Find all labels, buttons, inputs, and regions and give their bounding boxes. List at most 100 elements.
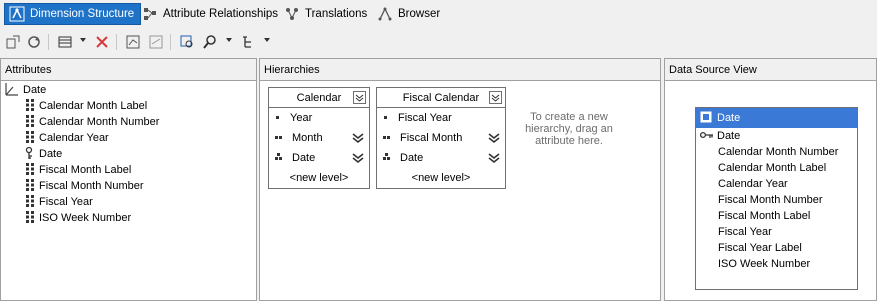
hierarchy-calendar[interactable]: Calendar Year Month Date <new level>: [268, 87, 370, 189]
attribute-item[interactable]: Calendar Month Number: [25, 114, 160, 131]
hierarchy-title[interactable]: Calendar: [269, 88, 369, 108]
pane-title: Attributes: [0, 58, 257, 80]
dsv-table-date[interactable]: Date Date Calendar Month Number Calendar…: [695, 107, 858, 290]
dsv-column[interactable]: Fiscal Month Number: [718, 193, 823, 207]
dsv-column[interactable]: Calendar Month Label: [718, 161, 826, 175]
dsv-key-column[interactable]: Date: [699, 129, 740, 143]
toolbar-separator: [48, 34, 49, 50]
primary-key-icon: [699, 130, 714, 142]
arrange-icon[interactable]: [239, 33, 257, 51]
tab-attribute-relationships[interactable]: Attribute Relationships: [138, 3, 284, 25]
toolbar-separator: [170, 34, 171, 50]
tab-label: Browser: [398, 8, 441, 20]
dsv-column[interactable]: Fiscal Year Label: [718, 241, 802, 255]
table-icon: [700, 111, 712, 126]
replace-table-icon[interactable]: [147, 33, 165, 51]
attribute-label: Calendar Month Label: [39, 100, 148, 112]
dimension-icon: [5, 82, 19, 99]
warning-chevron-icon[interactable]: [488, 132, 500, 147]
data-source-view-pane: Data Source View Date Date Calendar Mont…: [664, 58, 877, 301]
attribute-label: ISO Week Number: [39, 212, 132, 224]
toolbar: [0, 30, 877, 54]
attribute-item[interactable]: Calendar Year: [25, 130, 109, 147]
attribute-label: Fiscal Month Number: [39, 180, 144, 192]
dsv-canvas[interactable]: Date Date Calendar Month Number Calendar…: [664, 80, 877, 301]
refresh-icon[interactable]: [25, 33, 43, 51]
relationships-icon: [142, 6, 158, 22]
hierarchy-level[interactable]: Date: [269, 148, 369, 168]
level-label: Fiscal Year: [398, 112, 452, 124]
attribute-item[interactable]: Fiscal Month Label: [25, 162, 131, 177]
attribute-label: Fiscal Year: [39, 196, 93, 208]
dsv-column[interactable]: Fiscal Year: [718, 225, 772, 239]
attribute-icon: [25, 210, 35, 227]
tab-label: Dimension Structure: [30, 8, 135, 20]
explore-data-icon[interactable]: [178, 33, 196, 51]
level-label: Month: [292, 132, 323, 144]
zoom-icon[interactable]: [201, 33, 219, 51]
tab-label: Translations: [305, 8, 368, 20]
attributes-tree: Date Calendar Month Label Calendar Month…: [0, 80, 257, 301]
new-level-slot[interactable]: <new level>: [269, 168, 369, 188]
new-named-query-icon[interactable]: [124, 33, 142, 51]
hierarchy-title[interactable]: Fiscal Calendar: [377, 88, 505, 108]
collapse-icon[interactable]: [489, 91, 502, 104]
warning-chevron-icon[interactable]: [488, 152, 500, 167]
collapse-icon[interactable]: [353, 91, 366, 104]
zoom-dropdown-icon[interactable]: [226, 38, 232, 42]
attribute-label: Calendar Year: [39, 132, 109, 144]
hierarchy-level[interactable]: Month: [269, 128, 369, 148]
show-columns-icon[interactable]: [56, 33, 74, 51]
dsv-column[interactable]: Calendar Year: [718, 177, 788, 191]
level-1-icon: [275, 112, 281, 124]
hierarchy-level[interactable]: Date: [377, 148, 505, 168]
dsv-column[interactable]: Calendar Month Number: [718, 145, 838, 159]
hierarchy-level[interactable]: Year: [269, 108, 369, 128]
level-label: Fiscal Month: [400, 132, 463, 144]
attribute-label: Calendar Month Number: [39, 116, 160, 128]
new-level-slot[interactable]: <new level>: [377, 168, 505, 188]
attribute-label: Date: [39, 148, 63, 160]
process-icon[interactable]: [4, 33, 22, 51]
attribute-item[interactable]: ISO Week Number: [25, 210, 132, 227]
attribute-item[interactable]: Fiscal Month Number: [25, 178, 144, 193]
tab-translations[interactable]: Translations: [280, 3, 373, 25]
pane-title: Data Source View: [664, 58, 877, 80]
hierarchy-fiscal-calendar[interactable]: Fiscal Calendar Fiscal Year Fiscal Month…: [376, 87, 506, 189]
level-2-icon: [383, 132, 391, 144]
attribute-item[interactable]: Date: [25, 146, 63, 163]
dsv-table-name: Date: [717, 112, 741, 124]
level-1-icon: [383, 112, 389, 124]
level-3-icon: [275, 152, 283, 164]
browser-icon: [377, 6, 393, 22]
warning-chevron-icon[interactable]: [352, 152, 364, 167]
attribute-item[interactable]: Fiscal Year: [25, 194, 93, 211]
attribute-icon: [25, 194, 35, 211]
dimension-root[interactable]: Date: [5, 82, 46, 99]
tab-browser[interactable]: Browser: [373, 3, 446, 25]
arrange-dropdown-icon[interactable]: [264, 38, 270, 42]
attribute-icon: [25, 114, 35, 131]
show-columns-dropdown-icon[interactable]: [80, 38, 86, 42]
attribute-item[interactable]: Calendar Month Label: [25, 98, 148, 113]
level-label: Date: [292, 152, 316, 164]
dimension-structure-icon: [9, 6, 25, 22]
tab-label: Attribute Relationships: [163, 8, 279, 20]
dsv-column[interactable]: Fiscal Month Label: [718, 209, 810, 223]
key-attribute-icon: [25, 146, 35, 163]
warning-chevron-icon[interactable]: [352, 132, 364, 147]
attribute-icon: [25, 130, 35, 147]
toolbar-separator: [116, 34, 117, 50]
hierarchy-level[interactable]: Fiscal Month: [377, 128, 505, 148]
level-label: Date: [400, 152, 424, 164]
pane-title: Hierarchies: [259, 58, 661, 80]
hierarchy-name: Fiscal Calendar: [402, 91, 480, 104]
dsv-column[interactable]: ISO Week Number: [718, 257, 810, 271]
dsv-table-header[interactable]: Date: [696, 108, 857, 128]
delete-icon[interactable]: [93, 33, 111, 51]
hierarchies-canvas[interactable]: Calendar Year Month Date <new level> Fis…: [259, 80, 661, 301]
tab-dimension-structure[interactable]: Dimension Structure: [4, 3, 142, 25]
hierarchy-level[interactable]: Fiscal Year: [377, 108, 505, 128]
designer-tab-strip: Dimension Structure Attribute Relationsh…: [0, 0, 877, 30]
hierarchy-name: Calendar: [296, 91, 342, 104]
